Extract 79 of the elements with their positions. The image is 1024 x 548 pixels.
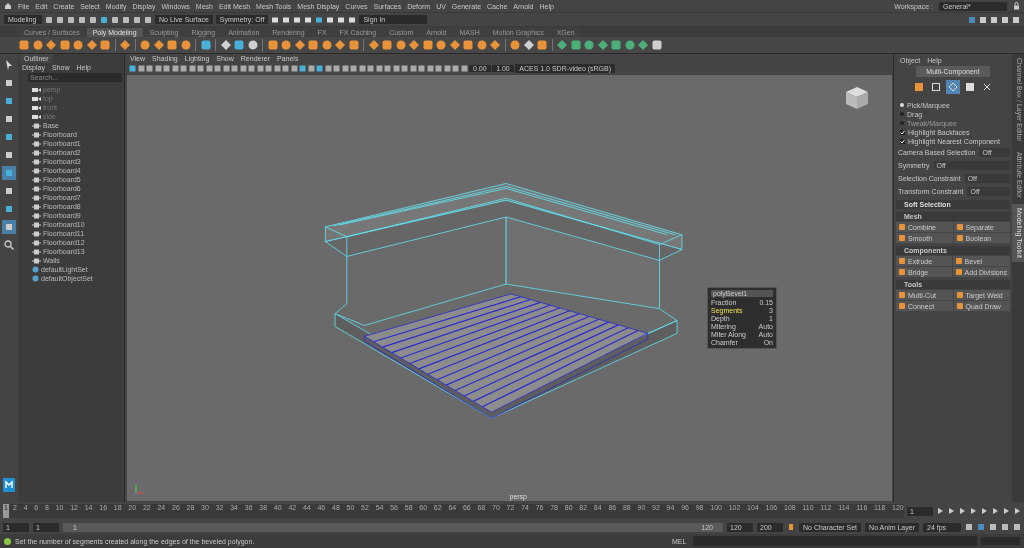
shelf-tool-icon[interactable]: [394, 39, 407, 51]
shelf-tool-icon[interactable]: [569, 39, 582, 51]
app-logo-icon: [3, 478, 15, 492]
shelf-tool-icon[interactable]: [596, 39, 609, 51]
cross-icon: [982, 82, 992, 92]
shelf-tool-icon[interactable]: [367, 39, 380, 51]
shelf-tool-icon[interactable]: [381, 39, 393, 51]
shelf-tool-icon[interactable]: [509, 39, 521, 51]
search-icon[interactable]: [2, 238, 16, 252]
camera-icon: [32, 86, 41, 93]
shelf-tool-icon[interactable]: [85, 39, 98, 51]
shelf-tool-icon[interactable]: [408, 39, 420, 51]
shelf-tool-icon[interactable]: [233, 39, 245, 51]
shelf-tool-icon[interactable]: [139, 39, 151, 51]
checkbox[interactable]: [900, 129, 905, 135]
mesh-icon: [32, 167, 41, 174]
mesh-icon: [32, 122, 41, 129]
shelf-tool-icon[interactable]: [583, 39, 595, 51]
mesh-icon: [32, 230, 41, 237]
shelf-tool-icon[interactable]: [650, 39, 663, 51]
selection-mode-button[interactable]: [929, 80, 943, 94]
mesh-icon: [32, 212, 41, 219]
shelf-tool-icon[interactable]: [166, 39, 178, 51]
shelf-tool-icon[interactable]: [475, 39, 488, 51]
mesh-icon: [32, 140, 41, 147]
shelf-tool-icon[interactable]: [610, 39, 622, 51]
square-icon: [931, 82, 941, 92]
view-cube-icon[interactable]: [844, 85, 870, 111]
shelf-tool-icon[interactable]: [58, 39, 71, 51]
shelf-tool-icon[interactable]: [45, 39, 57, 51]
shelf-tool-icon[interactable]: [266, 39, 279, 51]
shelf-tool-icon[interactable]: [31, 39, 44, 51]
shelf-tool-icon[interactable]: [199, 39, 212, 51]
axis-icon: [133, 483, 145, 495]
shelf-tool-icon[interactable]: [119, 39, 131, 51]
shelf-tool-icon[interactable]: [72, 39, 84, 51]
mesh-icon: [32, 257, 41, 264]
shelf-tool-icon[interactable]: [462, 39, 474, 51]
mesh-icon: [32, 203, 41, 210]
shelf-tool-icon[interactable]: [522, 39, 535, 51]
lock-icon[interactable]: [1013, 2, 1020, 10]
shelf-tool-icon[interactable]: [637, 39, 649, 51]
mesh-icon: [32, 158, 41, 165]
shelf-tool-icon[interactable]: [307, 39, 319, 51]
mesh-icon: [32, 239, 41, 246]
mesh-icon: [32, 185, 41, 192]
shelf-tool-icon[interactable]: [246, 39, 259, 51]
shelf-tool-icon[interactable]: [152, 39, 165, 51]
shelf-tool-icon[interactable]: [18, 39, 30, 51]
shelf-tool-icon[interactable]: [435, 39, 447, 51]
radio-button[interactable]: [900, 112, 904, 116]
home-icon[interactable]: [4, 2, 12, 10]
mesh-icon: [32, 248, 41, 255]
shelf-tool-icon[interactable]: [421, 39, 434, 51]
camera-icon: [32, 104, 41, 111]
shelf-tool-icon[interactable]: [179, 39, 192, 51]
shelf-tool-icon[interactable]: [320, 39, 333, 51]
shelf-tool-icon[interactable]: [347, 39, 360, 51]
shelf-tool-icon[interactable]: [280, 39, 292, 51]
checkbox[interactable]: [900, 138, 905, 144]
mesh-icon: [32, 176, 41, 183]
mesh-icon: [32, 221, 41, 228]
shelf-tool-icon[interactable]: [99, 39, 111, 51]
shelf-tool-icon[interactable]: [334, 39, 346, 51]
shelf-tool-icon[interactable]: [219, 39, 232, 51]
help-icon: [4, 537, 11, 545]
diamond-icon: [948, 82, 958, 92]
mesh-icon: [32, 194, 41, 201]
shelf-tool-icon[interactable]: [556, 39, 568, 51]
mesh-icon: [32, 149, 41, 156]
mesh-icon: [32, 131, 41, 138]
shelf-tool-icon[interactable]: [448, 39, 461, 51]
shelf-tool-icon[interactable]: [293, 39, 306, 51]
camera-icon: [32, 113, 41, 120]
shelf-tool-icon[interactable]: [489, 39, 501, 51]
radio-button[interactable]: [900, 103, 904, 107]
camera-icon: [32, 95, 41, 102]
shelf-tool-icon[interactable]: [536, 39, 548, 51]
shelf-tool-icon[interactable]: [623, 39, 636, 51]
